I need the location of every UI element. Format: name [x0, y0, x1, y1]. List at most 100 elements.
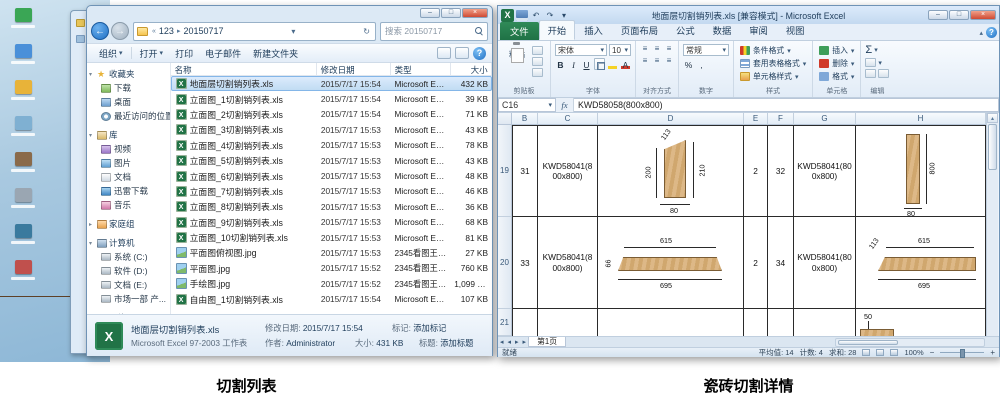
grid-cell-tile-diagram[interactable]: 800 80 — [856, 125, 986, 217]
print-button[interactable]: 打印 — [169, 45, 199, 62]
grid-cell[interactable]: KWD58041(800x800) — [538, 217, 598, 309]
fill-color-icon[interactable] — [607, 58, 618, 70]
delete-cells-button[interactable]: 删除▾ — [817, 57, 856, 70]
format-cells-button[interactable]: 格式▾ — [817, 70, 856, 83]
preview-pane-button[interactable] — [455, 47, 469, 59]
excel-logo-icon[interactable]: X — [501, 9, 514, 22]
file-row[interactable]: 立面图_5切割销列表.xls 2015/7/17 15:53 Microsoft… — [171, 153, 492, 168]
page-break-view-icon[interactable] — [890, 349, 898, 356]
close-button[interactable]: × — [970, 10, 996, 20]
file-row[interactable]: 立面图_3切割销列表.xls 2015/7/17 15:53 Microsoft… — [171, 122, 492, 137]
row-header[interactable]: 21 — [498, 309, 512, 336]
close-button[interactable]: × — [462, 8, 488, 18]
file-row[interactable]: 立面图_8切割销列表.xls 2015/7/17 15:53 Microsoft… — [171, 199, 492, 214]
sheet-tab[interactable]: 第1页 — [528, 337, 566, 347]
help-icon[interactable]: ? — [473, 47, 486, 60]
desktop-icon[interactable] — [6, 80, 40, 110]
sidebar-item[interactable]: 市场一部 产... — [87, 292, 170, 306]
zoom-in-icon[interactable]: + — [990, 348, 995, 357]
scrollbar-thumb[interactable] — [988, 124, 997, 170]
font-size-select[interactable]: 10▾ — [609, 44, 631, 56]
ribbon-tab[interactable]: 公式 — [667, 20, 704, 40]
column-header[interactable]: G — [794, 113, 856, 125]
undo-icon[interactable]: ↶ — [530, 10, 542, 21]
expander-icon[interactable]: ▸ — [89, 221, 95, 228]
column-header[interactable]: H — [856, 113, 986, 125]
prev-sheet-icon[interactable]: ◂ — [506, 338, 514, 346]
email-button[interactable]: 电子邮件 — [199, 45, 247, 62]
sidebar-item[interactable]: 音乐 — [87, 198, 170, 212]
scrollbar-thumb[interactable] — [838, 340, 898, 345]
grid-cell[interactable] — [744, 309, 768, 336]
breadcrumb-segment[interactable]: 123 — [157, 26, 176, 36]
grid-cell[interactable] — [538, 309, 598, 336]
grid-cell-tile-diagram[interactable]: 50 — [856, 309, 986, 336]
name-box[interactable]: C16▾ — [498, 98, 556, 112]
column-header-type[interactable]: 类型 — [391, 63, 451, 75]
column-header[interactable]: D — [598, 113, 744, 125]
minimize-button[interactable]: – — [420, 8, 440, 18]
title-value[interactable]: 添加标题 — [440, 338, 473, 348]
horizontal-scrollbar[interactable] — [835, 338, 985, 347]
cut-icon[interactable] — [532, 46, 543, 55]
file-row[interactable]: 自由图_1切割销列表.xls 2015/7/17 15:54 Microsoft… — [171, 291, 492, 306]
collapse-ribbon-icon[interactable]: ▴ — [979, 29, 983, 37]
file-row[interactable]: 平面图俯视图.jpg 2015/7/17 15:53 2345看图王 JPG 图… — [171, 245, 492, 260]
insert-function-icon[interactable]: fx — [556, 98, 574, 112]
page-layout-view-icon[interactable] — [876, 349, 884, 356]
column-header-date[interactable]: 修改日期 — [317, 63, 391, 75]
normal-view-icon[interactable] — [862, 349, 870, 356]
expander-icon[interactable]: ▾ — [89, 71, 95, 78]
maximize-button[interactable]: □ — [441, 8, 461, 18]
grid-cell[interactable]: 2 — [744, 125, 768, 217]
underline-button[interactable]: U — [581, 58, 592, 70]
ribbon-tab[interactable]: 数据 — [704, 20, 741, 40]
sort-filter-icon[interactable] — [865, 69, 876, 78]
column-header[interactable]: C — [538, 113, 598, 125]
copy-icon[interactable] — [532, 57, 543, 66]
ribbon-tab[interactable]: 视图 — [777, 20, 814, 40]
number-format-select[interactable]: 常规▾ — [683, 44, 729, 56]
file-row[interactable]: 立面图_1切割销列表.xls 2015/7/17 15:54 Microsoft… — [171, 91, 492, 106]
maximize-button[interactable]: □ — [949, 10, 969, 20]
cell-styles-button[interactable]: 单元格样式▾ — [738, 70, 808, 83]
organize-button[interactable]: 组织▾ — [93, 45, 129, 62]
homegroup-item[interactable]: ▸ 家庭组 — [87, 216, 170, 231]
desktop-icon[interactable] — [6, 44, 40, 74]
autosum-icon[interactable]: Σ — [865, 44, 872, 56]
formula-input[interactable]: KWD58058(800x800) — [574, 98, 999, 112]
insert-cells-button[interactable]: 插入▾ — [817, 44, 856, 57]
minimize-button[interactable]: – — [928, 10, 948, 20]
tags-value[interactable]: 添加标记 — [413, 323, 446, 333]
back-button[interactable]: ← — [91, 22, 109, 40]
expander-icon[interactable]: ▾ — [89, 132, 95, 139]
sidebar-item[interactable]: 视频 — [87, 142, 170, 156]
last-sheet-icon[interactable]: ▸ — [521, 338, 529, 346]
align-top-icon[interactable]: ≡ — [640, 44, 650, 54]
file-row[interactable]: 立面图_7切割销列表.xls 2015/7/17 15:53 Microsoft… — [171, 184, 492, 199]
format-painter-icon[interactable] — [532, 68, 543, 77]
find-select-icon[interactable] — [878, 69, 889, 78]
help-icon[interactable]: ? — [986, 27, 997, 38]
desktop-icon[interactable] — [6, 260, 40, 290]
desktop-icon[interactable] — [6, 116, 40, 146]
sidebar-item[interactable]: 文档 (E:) — [87, 278, 170, 292]
refresh-icon[interactable]: ↻ — [361, 27, 372, 36]
comma-style-icon[interactable]: , — [696, 58, 707, 70]
sidebar-item[interactable]: 文档 — [87, 170, 170, 184]
grid-cell[interactable] — [512, 309, 538, 336]
ribbon-tab[interactable]: 开始 — [539, 20, 576, 40]
expander-icon[interactable]: ▾ — [89, 240, 95, 247]
align-bottom-icon[interactable]: ≡ — [664, 44, 674, 54]
vertical-scrollbar[interactable]: ▴ — [986, 113, 998, 336]
ribbon-tab[interactable]: 插入 — [575, 20, 612, 40]
file-row[interactable]: 地面层切割销列表.xls 2015/7/17 15:54 Microsoft E… — [171, 76, 492, 91]
desktop-icon[interactable] — [6, 152, 40, 182]
grid-cell[interactable]: 31 — [512, 125, 538, 217]
file-tab[interactable]: 文件 — [500, 22, 539, 40]
font-color-icon[interactable]: A — [620, 58, 631, 70]
file-row[interactable]: 立面图_6切割销列表.xls 2015/7/17 15:53 Microsoft… — [171, 168, 492, 183]
sidebar-item[interactable]: 图片 — [87, 156, 170, 170]
forward-button[interactable]: → — [111, 22, 129, 40]
sidebar-item[interactable]: 系统 (C:) — [87, 250, 170, 264]
